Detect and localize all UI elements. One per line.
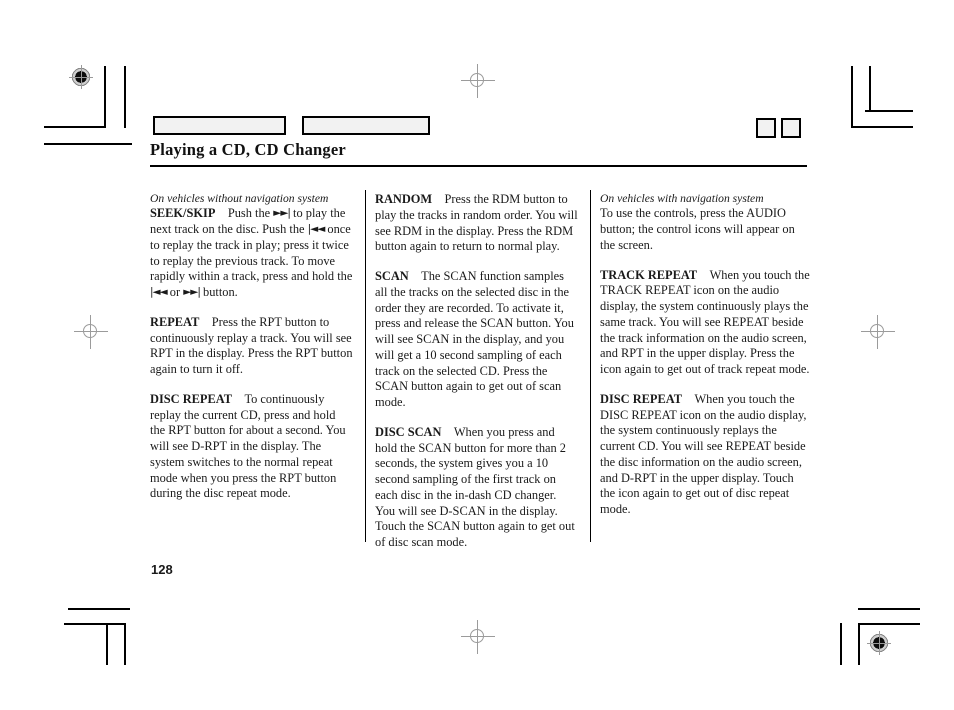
paragraph-repeat: REPEAT Press the RPT button to continuous…: [150, 315, 353, 378]
crop-mark-bottom-right-horizontal: [858, 623, 920, 625]
nav-intro-text: To use the controls, press the AUDIO but…: [600, 206, 795, 252]
header-tab-box-2: [302, 116, 430, 135]
skip-back-icon: |◄◄: [307, 223, 326, 236]
crop-mark-bottom-left-vertical: [124, 623, 126, 665]
crosshair-mark-right: [861, 315, 895, 349]
header-tab-box-1: [153, 116, 286, 135]
title-underline-rule: [150, 165, 807, 167]
paragraph-disc-scan: DISC SCAN When you press and hold the SCA…: [375, 425, 578, 551]
term-scan: SCAN: [375, 269, 409, 283]
seek-skip-body-4: or: [166, 285, 184, 300]
left-column-note: On vehicles without navigation system: [150, 192, 329, 205]
crop-mark-bottom-left-horizontal: [64, 623, 126, 625]
skip-forward-icon-2: ►►|: [183, 286, 201, 299]
column-left: On vehicles without navigation system SE…: [150, 192, 353, 551]
term-track-repeat: TRACK REPEAT: [600, 267, 698, 282]
paragraph-disc-repeat: DISC REPEAT To continuously replay the cu…: [150, 392, 353, 502]
crop-mark-bottom-left-bleed: [68, 608, 130, 610]
crosshair-mark-bottom: [461, 620, 495, 654]
disc-repeat-nav-text: When you touch the DISC REPEAT icon on t…: [600, 391, 807, 517]
track-repeat-text: When you touch the TRACK REPEAT icon on …: [600, 267, 810, 377]
crop-mark-top-right-outer: [869, 66, 871, 110]
term-repeat: REPEAT: [150, 314, 200, 329]
crosshair-mark-top: [461, 64, 495, 98]
paragraph-scan: SCAN The SCAN function samples all the tr…: [375, 269, 578, 411]
crop-mark-bottom-right-outer: [840, 623, 842, 665]
registration-target-top-left: [68, 64, 94, 90]
column-middle: RANDOM Press the RDM button to play the t…: [353, 192, 578, 551]
column-right: On vehicles with navigation system To us…: [578, 192, 810, 551]
paragraph-disc-repeat-nav: DISC REPEAT When you touch the DISC REPEA…: [600, 392, 810, 518]
page-number: 128: [151, 562, 173, 577]
term-seek-skip: SEEK/SKIP: [150, 206, 216, 221]
crop-mark-bottom-right-bleed: [858, 608, 920, 610]
term-disc-repeat-nav: DISC REPEAT: [600, 391, 683, 406]
paragraph-track-repeat: TRACK REPEAT When you touch the TRACK REP…: [600, 268, 810, 378]
disc-scan-text: When you press and hold the SCAN button …: [375, 424, 575, 549]
crop-mark-top-left-outer: [124, 66, 126, 128]
right-column-note: On vehicles with navigation system: [600, 192, 764, 205]
seek-skip-body-1: Push the: [227, 206, 274, 221]
crop-mark-top-right-vertical: [851, 66, 853, 128]
term-disc-scan: DISC SCAN: [375, 424, 442, 439]
crop-mark-top-left-vertical: [104, 66, 106, 128]
page-title: Playing a CD, CD Changer: [150, 140, 346, 159]
skip-back-icon-2: |◄◄: [150, 286, 168, 299]
skip-forward-icon: ►►|: [273, 207, 291, 220]
corner-box-2: [781, 118, 801, 138]
crop-mark-bottom-left-outer: [106, 623, 108, 665]
crop-mark-top-right-horizontal: [851, 126, 913, 128]
crosshair-mark-left: [74, 315, 108, 349]
crop-mark-top-left-horizontal: [44, 126, 106, 128]
paragraph-random: RANDOM Press the RDM button to play the t…: [375, 192, 578, 255]
term-random: RANDOM: [375, 192, 433, 206]
paragraph-seek-skip: SEEK/SKIP Push the ►►| to play the next t…: [150, 206, 353, 301]
crop-mark-top-left-bleed: [44, 143, 132, 145]
scan-text: The SCAN function samples all the tracks…: [375, 269, 574, 409]
body-columns: On vehicles without navigation system SE…: [150, 192, 810, 551]
disc-repeat-text: To continuously replay the current CD, p…: [150, 391, 346, 501]
crop-mark-bottom-right-vertical: [858, 623, 860, 665]
crop-mark-top-right-bleed: [865, 110, 913, 112]
registration-target-bottom-right: [866, 630, 892, 656]
paragraph-nav-intro: To use the controls, press the AUDIO but…: [600, 206, 810, 253]
manual-page: Playing a CD, CD Changer On vehicles wit…: [0, 0, 954, 710]
corner-box-1: [756, 118, 776, 138]
term-disc-repeat: DISC REPEAT: [150, 391, 233, 406]
seek-skip-body-5: button.: [199, 285, 238, 300]
